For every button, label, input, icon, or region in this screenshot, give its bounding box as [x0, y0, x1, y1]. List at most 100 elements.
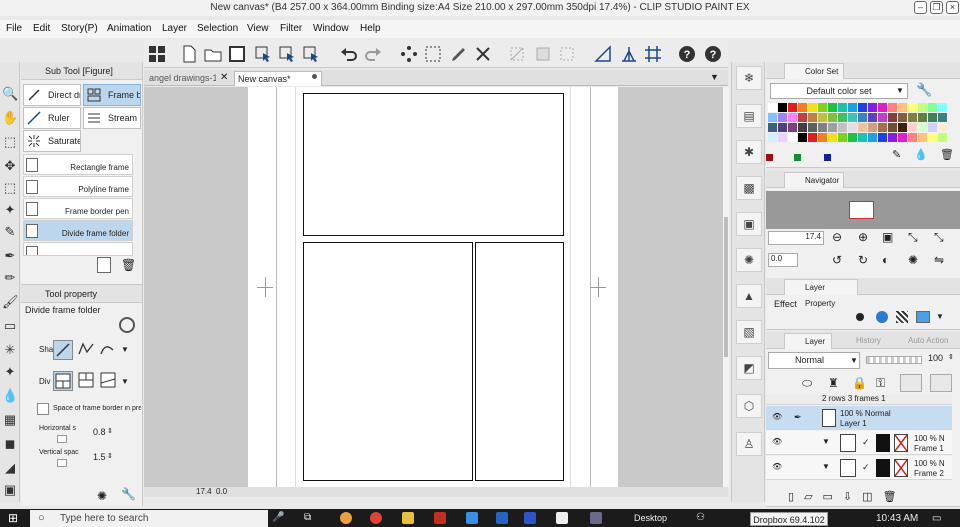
color-swatch[interactable]	[918, 123, 927, 132]
color-swatch[interactable]	[788, 123, 797, 132]
transform-icon[interactable]	[400, 45, 418, 63]
swatch-green[interactable]	[794, 154, 801, 161]
material-cube-icon[interactable]: ⬡	[736, 394, 762, 418]
subtool-item-polyline-frame[interactable]: Polyline frame	[23, 176, 133, 197]
actual-size-icon[interactable]: ▣	[882, 230, 893, 244]
app-icon[interactable]	[590, 512, 602, 524]
material-scene-icon[interactable]: ▧	[736, 320, 762, 344]
color-swatch[interactable]	[838, 123, 847, 132]
new-page-icon[interactable]	[180, 45, 198, 63]
color-swatch[interactable]	[858, 113, 867, 122]
menu-help[interactable]: Help	[360, 23, 381, 34]
tab-new-canvas[interactable]: New canvas*	[234, 71, 322, 86]
effect-border-icon[interactable]	[856, 313, 864, 321]
subtool-direct-draw[interactable]: Direct dra	[23, 84, 81, 106]
tab-other[interactable]	[900, 172, 924, 188]
color-swatch[interactable]	[818, 133, 827, 142]
reset-rotate-icon[interactable]: ✺	[908, 253, 918, 267]
people-icon[interactable]: ⚇	[696, 512, 705, 523]
zoom-out-icon[interactable]: ⊖	[832, 230, 842, 244]
color-swatch[interactable]	[858, 123, 867, 132]
color-swatch[interactable]	[908, 113, 917, 122]
zoom-in-icon[interactable]: ⊕	[858, 230, 868, 244]
tab-navigator[interactable]: Navigator	[784, 172, 844, 188]
color-swatch[interactable]	[848, 123, 857, 132]
color-swatch[interactable]	[778, 123, 787, 132]
effect-color-icon[interactable]	[876, 311, 888, 323]
navigator-zoom[interactable]: 17.4	[768, 231, 824, 245]
edit-color-icon[interactable]: ✎	[892, 148, 901, 161]
color-swatch[interactable]	[898, 103, 907, 112]
task-view-icon[interactable]: ⧉	[304, 512, 311, 523]
color-swatch[interactable]	[858, 103, 867, 112]
select-icon[interactable]	[302, 45, 320, 63]
color-swatch[interactable]	[878, 113, 887, 122]
decoration-icon[interactable]: ✳	[2, 342, 18, 358]
tab-auto-action[interactable]: Auto Action	[888, 333, 952, 349]
folder-icon[interactable]	[402, 512, 414, 524]
fill-icon[interactable]: 💧	[2, 388, 18, 404]
color-swatch[interactable]	[908, 123, 917, 132]
status-angle[interactable]: 0.0	[216, 487, 227, 496]
space-checkbox[interactable]	[37, 403, 49, 415]
color-swatch[interactable]	[788, 113, 797, 122]
color-swatch[interactable]	[848, 133, 857, 142]
maximize-icon[interactable]: ❐	[930, 1, 943, 14]
stepper-icon[interactable]: ⇕	[107, 452, 113, 460]
color-swatch[interactable]	[768, 103, 777, 112]
tab-angel-drawings[interactable]: angel drawings-1.1	[146, 71, 216, 86]
color-swatch[interactable]	[808, 133, 817, 142]
time[interactable]: 10:43 AM	[876, 513, 918, 524]
opacity-slider[interactable]	[866, 356, 922, 364]
menu-edit[interactable]: Edit	[33, 23, 50, 34]
fit-icon[interactable]: ⤡	[908, 230, 918, 245]
polyline-icon[interactable]	[77, 340, 97, 360]
subtool-item-frame-border-pen[interactable]: Frame border pen	[23, 198, 133, 219]
gradient-fill-icon[interactable]: ◼	[2, 436, 18, 452]
paper[interactable]	[248, 87, 618, 487]
material-effect-icon[interactable]: ✺	[736, 248, 762, 272]
color-swatch[interactable]	[868, 113, 877, 122]
color-swatch[interactable]	[808, 123, 817, 132]
effect-tone-icon[interactable]	[896, 311, 908, 323]
color-swatch[interactable]	[908, 133, 917, 142]
color-swatch[interactable]	[848, 113, 857, 122]
zoom-icon[interactable]: 🔍	[2, 86, 18, 102]
material-image-icon[interactable]: ▤	[736, 104, 762, 128]
color-swatch[interactable]	[898, 133, 907, 142]
rotate-right-icon[interactable]: ↻	[858, 253, 868, 267]
tab-animation-cels[interactable]	[886, 279, 910, 295]
search-icon[interactable]	[119, 317, 135, 333]
material-pattern-icon[interactable]: ✱	[736, 140, 762, 164]
close-icon[interactable]: ×	[946, 1, 959, 14]
color-swatch[interactable]	[868, 133, 877, 142]
pencil-icon[interactable]: ✏	[2, 270, 18, 286]
color-swatch[interactable]	[828, 103, 837, 112]
vertical-scrollbar[interactable]	[723, 87, 729, 487]
horizontal-value[interactable]: 0.8	[93, 427, 106, 437]
color-swatch-grid[interactable]	[766, 103, 956, 145]
material-3d-icon[interactable]: ◩	[736, 356, 762, 380]
menu-view[interactable]: View	[247, 23, 269, 34]
layer-row-frame1[interactable]: 👁 ▼ ✓ 100 % N Frame 1	[766, 431, 952, 455]
navigator-angle[interactable]: 0.0	[768, 253, 798, 267]
color-swatch[interactable]	[878, 133, 887, 142]
blend-mode-select[interactable]: Normal	[768, 352, 860, 369]
perspective-icon[interactable]	[620, 45, 638, 63]
menu-selection[interactable]: Selection	[197, 23, 238, 34]
menu-layer[interactable]: Layer	[162, 23, 187, 34]
color-swatch[interactable]	[908, 103, 917, 112]
chevron-down-icon[interactable]: ▼	[822, 437, 830, 446]
color-swatch[interactable]	[818, 123, 827, 132]
layer-tools-icon[interactable]: ⬭	[802, 376, 812, 391]
menu-animation[interactable]: Animation	[107, 23, 151, 34]
eyedropper-icon[interactable]: ✎	[2, 224, 18, 240]
color-swatch[interactable]	[818, 113, 827, 122]
pen-icon[interactable]	[450, 45, 468, 63]
color-swatch[interactable]	[808, 103, 817, 112]
wrench-icon[interactable]: 🔧	[121, 487, 136, 501]
color-swatch[interactable]	[798, 123, 807, 132]
settings-spin-icon[interactable]: ✺	[97, 489, 107, 503]
color-swatch[interactable]	[788, 103, 797, 112]
taskbar-search[interactable]: Type here to search	[30, 510, 268, 527]
